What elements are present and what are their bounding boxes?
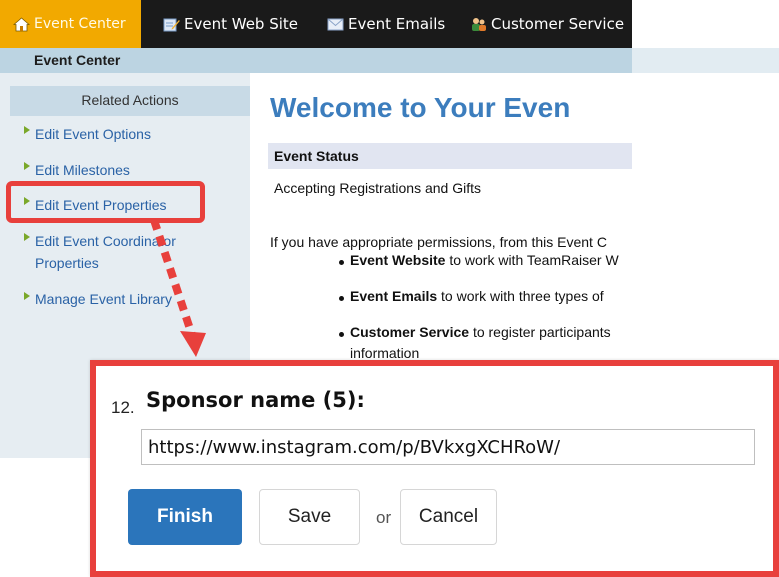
- envelope-icon: [327, 18, 344, 30]
- sidebar-heading: Related Actions: [10, 86, 250, 116]
- event-status-header: Event Status: [268, 143, 632, 169]
- subbar-extension: [632, 48, 779, 73]
- list-item-bold: Customer Service: [350, 324, 470, 340]
- list-item: Event Website to work with TeamRaiser W: [350, 252, 619, 268]
- arrow-bullet-icon: [24, 162, 30, 170]
- list-item-text: to register participants: [469, 324, 611, 340]
- tab-label: Event Web Site: [184, 15, 299, 33]
- people-icon: [472, 17, 486, 31]
- arrow-bullet-icon: [24, 233, 30, 241]
- or-separator: or: [376, 508, 392, 527]
- tab-label: Event Center: [34, 16, 126, 32]
- intro-text: If you have appropriate permissions, fro…: [270, 234, 607, 250]
- callout-arrow-icon: [150, 218, 206, 357]
- arrow-bullet-icon: [24, 126, 30, 134]
- tab-event-web-site[interactable]: Event Web Site: [163, 0, 298, 48]
- tab-customer-service[interactable]: Customer Service: [470, 0, 624, 48]
- event-status-label: Event Status: [274, 148, 359, 164]
- save-button[interactable]: Save: [259, 489, 360, 545]
- list-item-continuation: information: [350, 345, 420, 361]
- tab-label: Event Emails: [348, 15, 446, 33]
- sidebar-item-edit-milestones[interactable]: Edit Milestones: [35, 159, 130, 181]
- welcome-heading: Welcome to Your Even: [270, 92, 571, 123]
- list-item: Event Emails to work with three types of: [350, 288, 604, 304]
- list-item-bold: Event Emails: [350, 288, 438, 304]
- question-label: Sponsor name (5):: [146, 388, 365, 412]
- breadcrumb: Event Center: [0, 48, 632, 73]
- edit-page-icon: [163, 18, 180, 31]
- list-item-text: to work with TeamRaiser W: [445, 252, 619, 268]
- question-number: 12.: [111, 398, 135, 417]
- list-item: Customer Service to register participant…: [350, 324, 611, 340]
- finish-button[interactable]: Finish: [128, 489, 242, 545]
- tab-label: Customer Service: [491, 15, 625, 33]
- arrow-bullet-icon: [24, 292, 30, 300]
- sidebar-item-label-line2: Properties: [35, 255, 99, 271]
- list-bullet: [339, 332, 344, 337]
- cancel-button[interactable]: Cancel: [400, 489, 497, 545]
- sidebar-item-edit-event-options[interactable]: Edit Event Options: [35, 123, 151, 145]
- list-item-text: to work with three types of: [437, 288, 604, 304]
- list-bullet: [339, 260, 344, 265]
- page-title: Event Center: [34, 52, 121, 68]
- sidebar-heading-label: Related Actions: [81, 92, 179, 108]
- list-item-bold: Event Website: [350, 252, 446, 268]
- tab-event-center[interactable]: Event Center: [0, 0, 141, 48]
- sponsor-url-input[interactable]: [141, 429, 755, 465]
- list-bullet: [339, 296, 344, 301]
- tab-event-emails[interactable]: Event Emails: [327, 0, 445, 48]
- home-icon: [13, 16, 30, 31]
- event-status-value: Accepting Registrations and Gifts: [274, 180, 481, 196]
